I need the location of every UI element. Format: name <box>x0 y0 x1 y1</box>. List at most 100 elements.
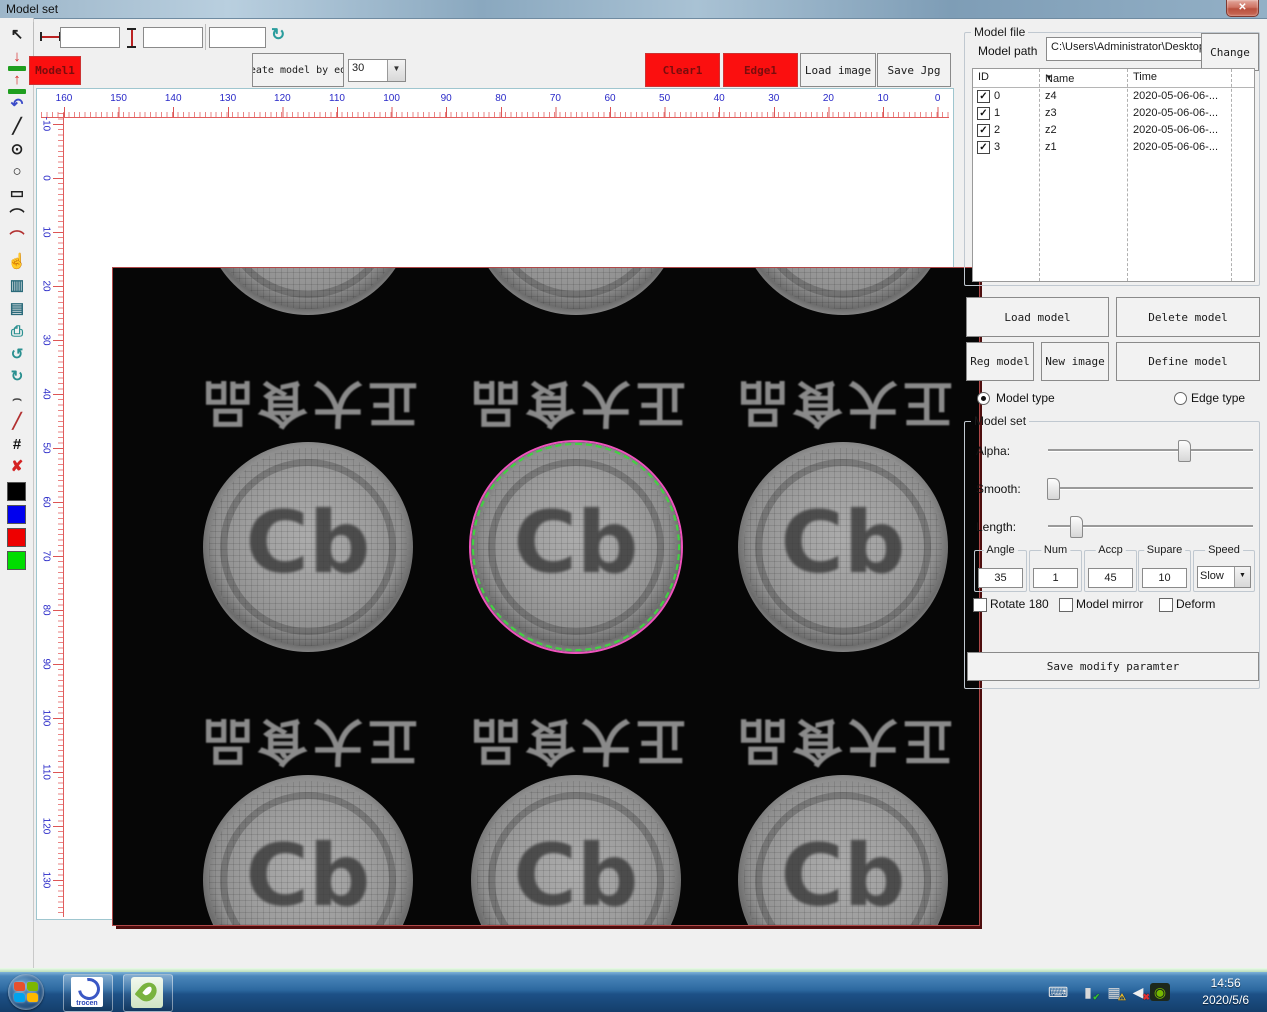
mirror-horizontal-icon[interactable]: ▤ <box>5 299 29 321</box>
width-measure-icon <box>40 32 61 41</box>
color-red-swatch[interactable] <box>7 528 26 547</box>
rotate-180-checkbox[interactable] <box>973 598 987 612</box>
line-tool-icon[interactable]: ╱ <box>5 117 29 139</box>
select-pointer-icon[interactable]: ↖ <box>5 25 29 47</box>
arc-tool-icon[interactable]: ⌒ <box>5 207 29 229</box>
toolbar-separator <box>205 24 206 50</box>
export-model-icon[interactable]: ↑ <box>5 73 29 95</box>
close-button[interactable]: ✕ <box>1226 0 1259 17</box>
change-path-button[interactable]: Change <box>1201 33 1259 71</box>
rotate-frame-tool-icon[interactable]: ↻ <box>5 367 29 389</box>
network-tray-icon[interactable]: ▦⚠ <box>1104 983 1124 1001</box>
save-jpg-button[interactable]: Save Jpg <box>877 53 951 87</box>
load-model-button[interactable]: Load model <box>966 297 1109 337</box>
grid-tool-icon[interactable]: # <box>5 435 29 457</box>
table-row[interactable]: ✓2z22020-05-06-06-... <box>973 122 1254 139</box>
ellipse-tool-icon[interactable]: ○ <box>5 162 29 184</box>
angle-input[interactable]: 35 <box>978 568 1023 588</box>
new-image-button[interactable]: New image <box>1041 342 1109 381</box>
reg-model-button[interactable]: Reg model <box>966 342 1034 381</box>
start-button[interactable] <box>8 974 44 1010</box>
import-model-icon[interactable]: ↓ <box>5 50 29 72</box>
create-model-by-edge-button[interactable]: eate model by ed <box>252 53 344 87</box>
coin-logo-text: Cb <box>781 493 906 593</box>
usb-tray-icon[interactable]: ▮✔ <box>1078 983 1098 1001</box>
row-checkbox[interactable]: ✓ <box>977 90 990 103</box>
model1-button[interactable]: Model1 <box>29 56 81 85</box>
edge-type-radio[interactable] <box>1174 392 1187 405</box>
define-model-button[interactable]: Define model <box>1116 342 1260 381</box>
speed-combo[interactable]: Slow ▼ <box>1197 566 1251 588</box>
row-checkbox[interactable]: ✓ <box>977 107 990 120</box>
table-header[interactable]: ID Name▼ Time <box>973 69 1254 88</box>
node-edit-tool-icon[interactable]: ╱ <box>5 412 29 434</box>
v-ruler-label: 10 <box>41 226 52 237</box>
supare-input[interactable]: 10 <box>1142 568 1187 588</box>
header-time[interactable]: Time <box>1133 71 1157 83</box>
color-green-swatch[interactable] <box>7 551 26 570</box>
width-input[interactable] <box>60 27 120 48</box>
rotate-tool-icon[interactable]: ↺ <box>5 345 29 367</box>
height-input[interactable] <box>143 27 203 48</box>
coin: Cb <box>738 267 948 315</box>
accp-input[interactable]: 45 <box>1088 568 1133 588</box>
edge-count-combo[interactable]: 30 ▼ <box>348 59 406 82</box>
coin: Cb <box>471 267 681 315</box>
smooth-slider-thumb[interactable] <box>1047 478 1060 500</box>
work-canvas[interactable]: 1601501401301201101009080706050403020100… <box>36 88 954 920</box>
mirror-vertical-icon[interactable]: ▥ <box>5 276 29 298</box>
model-type-radio[interactable] <box>977 392 990 405</box>
alpha-slider-thumb[interactable] <box>1178 440 1191 462</box>
color-black-swatch[interactable] <box>7 482 26 501</box>
extra-input[interactable] <box>209 27 266 48</box>
delete-tool-icon[interactable]: ✘ <box>5 457 29 479</box>
volume-tray-icon[interactable]: ◀✖ <box>1128 983 1148 1001</box>
save-modify-parameter-button[interactable]: Save modify paramter <box>967 652 1259 681</box>
window-title: Model set <box>6 2 58 16</box>
num-input[interactable]: 1 <box>1033 568 1078 588</box>
v-ruler-label: 70 <box>41 550 52 561</box>
row-checkbox[interactable]: ✓ <box>977 141 990 154</box>
edge1-button[interactable]: Edge1 <box>723 53 798 87</box>
chevron-down-icon[interactable]: ▼ <box>1234 567 1250 587</box>
taskbar-app-coreldraw[interactable] <box>123 974 173 1012</box>
clear1-button[interactable]: Clear1 <box>645 53 720 87</box>
color-blue-swatch[interactable] <box>7 505 26 524</box>
load-image-button[interactable]: Load image <box>800 53 876 87</box>
table-row[interactable]: ✓0z42020-05-06-06-... <box>973 88 1254 105</box>
pan-hand-tool-icon[interactable]: ☝ <box>5 252 29 274</box>
taskbar-app-trocen[interactable]: trocen <box>63 974 113 1012</box>
model-mirror-checkbox[interactable] <box>1059 598 1073 612</box>
accp-group: Accp45 <box>1084 550 1137 592</box>
refresh-icon[interactable]: ↻ <box>271 25 285 45</box>
circle-center-tool-icon[interactable]: ⊙ <box>5 140 29 162</box>
row-time: 2020-05-06-06-... <box>1133 124 1218 136</box>
length-slider[interactable] <box>1048 525 1253 528</box>
deform-checkbox[interactable] <box>1159 598 1173 612</box>
model-path-field[interactable]: C:\Users\Administrator\Desktop <box>1046 37 1202 61</box>
camera-image: CbCbCbCbCbCbCbCbCb正大食品正大食品正大食品正大食品正大食品正大… <box>112 267 980 926</box>
nvidia-tray-icon[interactable]: ◉ <box>1150 983 1170 1001</box>
v-ruler-label: -10 <box>41 117 52 131</box>
angle-group: Angle35 <box>974 550 1027 592</box>
rectangle-tool-icon[interactable]: ▭ <box>5 184 29 206</box>
smooth-slider[interactable] <box>1048 487 1253 490</box>
keyboard-tray-icon[interactable]: ⌨ <box>1048 983 1068 1001</box>
table-row[interactable]: ✓1z32020-05-06-06-... <box>973 105 1254 122</box>
stamp-tool-icon[interactable]: ⎙ <box>5 322 29 344</box>
undo-icon[interactable]: ↶ <box>5 95 29 117</box>
h-ruler-label: 60 <box>604 93 615 104</box>
alpha-slider[interactable] <box>1048 449 1253 452</box>
deform-label: Deform <box>1176 597 1215 611</box>
v-ruler-label: 110 <box>41 764 52 780</box>
table-row[interactable]: ✓3z12020-05-06-06-... <box>973 139 1254 156</box>
chevron-down-icon[interactable]: ▼ <box>387 60 405 81</box>
v-ruler-label: 20 <box>41 280 52 291</box>
arc-points-tool-icon[interactable]: ⌒ <box>5 229 29 251</box>
row-checkbox[interactable]: ✓ <box>977 124 990 137</box>
length-slider-thumb[interactable] <box>1070 516 1083 538</box>
taskbar-clock[interactable]: 14:56 2020/5/6 <box>1202 975 1249 1009</box>
header-id[interactable]: ID <box>978 71 989 83</box>
curve-tool-icon[interactable]: ⌢ <box>5 389 29 411</box>
delete-model-button[interactable]: Delete model <box>1116 297 1260 337</box>
